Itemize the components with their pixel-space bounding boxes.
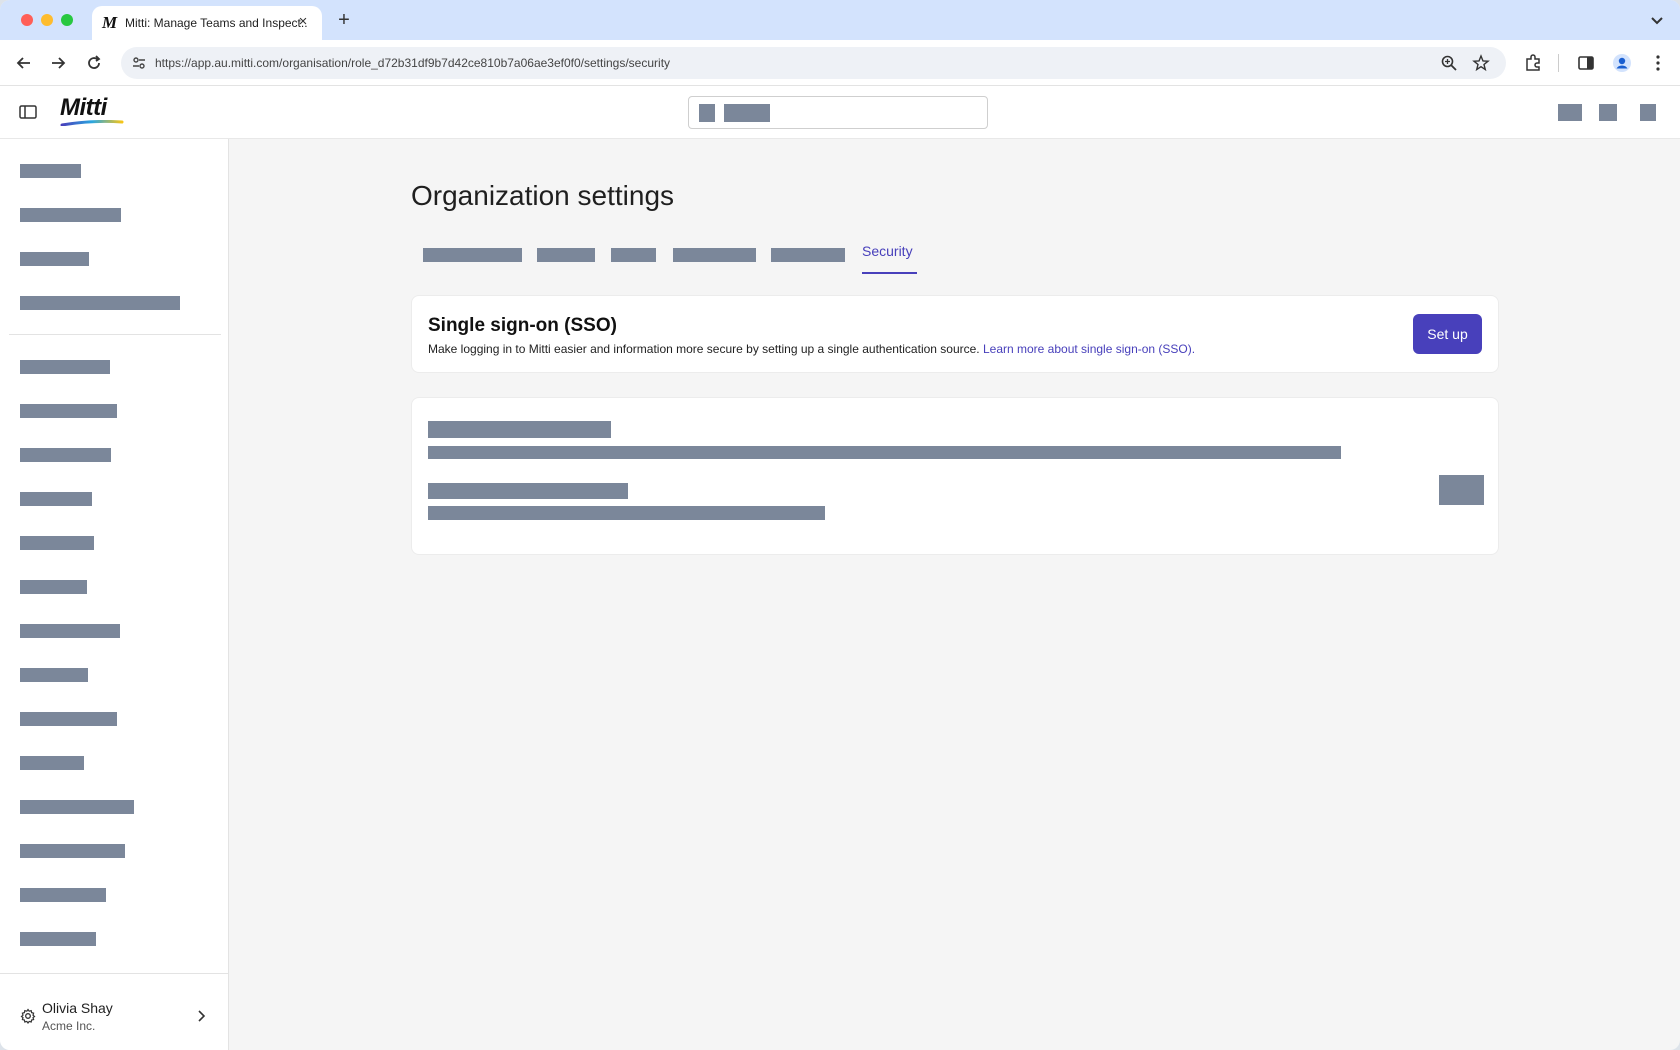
toolbar-divider — [1558, 54, 1559, 72]
tab-redacted[interactable] — [771, 248, 845, 262]
sso-title: Single sign-on (SSO) — [428, 315, 617, 336]
sidebar-item-redacted[interactable] — [20, 888, 106, 902]
tab-redacted[interactable] — [673, 248, 756, 262]
extensions-puzzle-icon[interactable] — [1523, 53, 1543, 73]
security-setting-card-redacted — [411, 397, 1499, 555]
setting-subdescription-redacted — [428, 506, 825, 520]
sidebar: Olivia Shay Acme Inc. — [0, 139, 229, 1050]
tab-strip: M Mitti: Manage Teams and Inspect... × + — [0, 0, 1680, 40]
tab-redacted[interactable] — [537, 248, 595, 262]
sso-card: Single sign-on (SSO) Make logging in to … — [411, 295, 1499, 373]
global-search-input[interactable] — [688, 96, 988, 129]
bookmark-star-icon[interactable] — [1472, 54, 1490, 72]
tab-redacted[interactable] — [611, 248, 656, 262]
browser-menu-icon[interactable] — [1648, 53, 1668, 73]
forward-arrow-icon[interactable] — [48, 53, 68, 73]
user-name: Olivia Shay — [42, 1000, 113, 1016]
sidebar-item-redacted[interactable] — [20, 668, 88, 682]
sidebar-item-redacted[interactable] — [20, 712, 117, 726]
sidebar-item-redacted[interactable] — [20, 580, 87, 594]
header-action-1-redacted[interactable] — [1558, 104, 1582, 121]
profile-avatar-icon[interactable] — [1612, 53, 1632, 73]
sidebar-item-redacted[interactable] — [20, 844, 125, 858]
new-tab-icon[interactable]: + — [334, 10, 354, 30]
site-settings-icon[interactable] — [130, 54, 148, 72]
settings-tabs: Security — [411, 240, 1498, 276]
search-placeholder-redacted — [724, 104, 770, 122]
close-window-button[interactable] — [21, 14, 33, 26]
sidebar-user-menu[interactable]: Olivia Shay Acme Inc. — [0, 973, 229, 1050]
organization-name: Acme Inc. — [42, 1019, 96, 1033]
sidebar-item-redacted[interactable] — [20, 296, 180, 310]
header-action-2-redacted[interactable] — [1599, 104, 1617, 121]
sidebar-item-redacted[interactable] — [20, 164, 81, 178]
search-icon-redacted — [699, 104, 715, 122]
sidebar-item-redacted[interactable] — [20, 208, 121, 222]
browser-toolbar: https://app.au.mitti.com/organisation/ro… — [0, 40, 1680, 86]
gear-icon — [20, 1008, 36, 1024]
sidebar-toggle-icon[interactable] — [18, 102, 38, 122]
sidebar-item-redacted[interactable] — [20, 932, 96, 946]
app-header: Mitti — [0, 86, 1680, 139]
close-tab-icon[interactable]: × — [296, 14, 310, 29]
setting-description-redacted — [428, 446, 1341, 459]
logo-swoosh-icon — [60, 120, 124, 126]
tab-redacted[interactable] — [423, 248, 522, 262]
url-text: https://app.au.mitti.com/organisation/ro… — [155, 56, 671, 70]
sidebar-item-redacted[interactable] — [20, 404, 117, 418]
mitti-logo[interactable]: Mitti — [60, 94, 130, 128]
reload-icon[interactable] — [84, 53, 104, 73]
sidebar-item-redacted[interactable] — [20, 360, 110, 374]
sidebar-divider — [9, 334, 221, 335]
logo-text: Mitti — [60, 94, 107, 121]
sidebar-item-redacted[interactable] — [20, 492, 92, 506]
mitti-favicon-icon: M — [102, 13, 118, 32]
tab-title: Mitti: Manage Teams and Inspect... — [125, 16, 307, 30]
browser-window: M Mitti: Manage Teams and Inspect... × + — [0, 0, 1680, 1050]
page-title: Organization settings — [411, 180, 675, 211]
browser-tab-active[interactable]: M Mitti: Manage Teams and Inspect... × — [92, 6, 322, 40]
sidebar-item-redacted[interactable] — [20, 624, 120, 638]
set-up-sso-button[interactable]: Set up — [1413, 314, 1482, 354]
maximize-window-button[interactable] — [61, 14, 73, 26]
setting-subtitle-redacted — [428, 483, 628, 499]
sidebar-item-redacted[interactable] — [20, 448, 111, 462]
sso-description: Make logging in to Mitti easier and info… — [428, 342, 1195, 356]
learn-more-sso-link[interactable]: Learn more about single sign-on (SSO). — [983, 342, 1195, 356]
setting-title-redacted — [428, 421, 611, 438]
side-panel-icon[interactable] — [1576, 53, 1596, 73]
tab-security[interactable]: Security — [862, 243, 913, 259]
active-tab-indicator — [862, 272, 917, 274]
header-action-3-redacted[interactable] — [1640, 104, 1656, 121]
sso-description-text: Make logging in to Mitti easier and info… — [428, 342, 980, 356]
sidebar-item-redacted[interactable] — [20, 536, 94, 550]
sidebar-item-redacted[interactable] — [20, 800, 134, 814]
zoom-icon[interactable] — [1440, 54, 1458, 72]
chevron-right-icon — [198, 1010, 206, 1022]
tab-search-chevron-icon[interactable] — [1648, 11, 1666, 29]
sidebar-item-redacted[interactable] — [20, 252, 89, 266]
setting-toggle-redacted[interactable] — [1439, 475, 1484, 505]
back-arrow-icon[interactable] — [14, 53, 34, 73]
minimize-window-button[interactable] — [41, 14, 53, 26]
address-bar[interactable]: https://app.au.mitti.com/organisation/ro… — [121, 47, 1506, 79]
sidebar-item-redacted[interactable] — [20, 756, 84, 770]
